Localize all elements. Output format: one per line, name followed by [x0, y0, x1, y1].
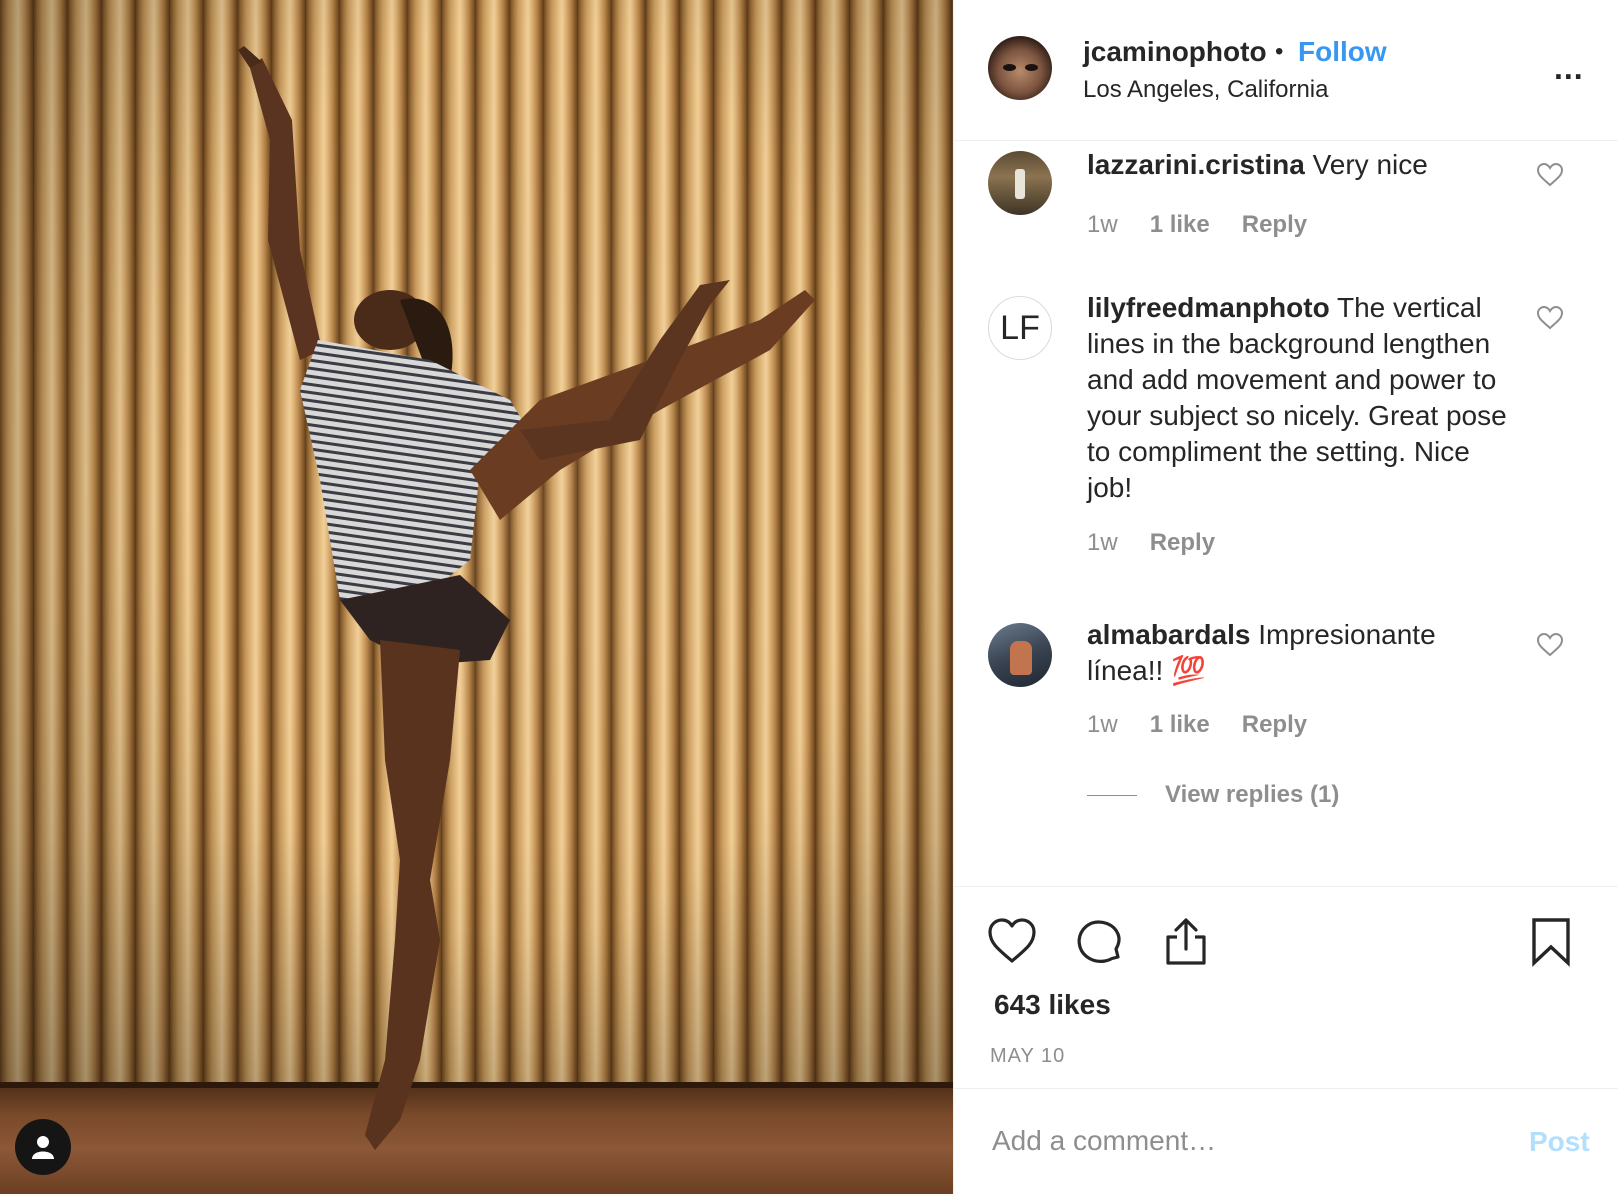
- more-options-icon[interactable]: ...: [1554, 50, 1584, 87]
- comments-list[interactable]: lazzarini.cristina Very nice 1w 1 like Rep…: [954, 141, 1618, 885]
- header-separator: •: [1275, 38, 1284, 65]
- commenter-avatar[interactable]: [988, 151, 1052, 215]
- comment-item: almabardals Impresionante línea!! 💯 1w 1 …: [954, 613, 1618, 763]
- heart-icon[interactable]: [987, 917, 1037, 967]
- comment-item: LF lilyfreedmanphoto The vertical lines …: [954, 286, 1618, 586]
- post-photo[interactable]: [0, 0, 953, 1194]
- reply-button[interactable]: Reply: [1150, 529, 1215, 556]
- comment-likes[interactable]: 1 like: [1150, 211, 1210, 238]
- view-replies-label: View replies (1): [1165, 781, 1340, 808]
- avatar-eye: [1025, 64, 1038, 71]
- dancer-figure: [238, 46, 815, 1150]
- comment-meta: 1w 1 like Reply: [1087, 711, 1339, 739]
- post-comment-button[interactable]: Post: [1529, 1126, 1590, 1158]
- comment-meta: 1w 1 like Reply: [1087, 211, 1339, 239]
- comment-heart-icon[interactable]: [1537, 306, 1563, 330]
- comment-body: lilyfreedmanphoto The vertical lines in …: [1087, 290, 1507, 506]
- comment-item: lazzarini.cristina Very nice 1w 1 like Rep…: [954, 141, 1618, 271]
- author-username[interactable]: jcaminophoto: [1083, 36, 1267, 68]
- avatar-eye: [1003, 64, 1016, 71]
- commenter-username[interactable]: lilyfreedmanphoto: [1087, 292, 1330, 323]
- comment-time[interactable]: 1w: [1087, 529, 1118, 556]
- comment-input[interactable]: [992, 1119, 1472, 1163]
- comment-likes[interactable]: 1 like: [1150, 711, 1210, 738]
- view-replies-button[interactable]: View replies (1): [1087, 781, 1339, 809]
- commenter-avatar[interactable]: LF: [988, 296, 1052, 360]
- likes-count[interactable]: 643 likes: [994, 989, 1111, 1021]
- replies-divider-line: [1087, 795, 1137, 797]
- reply-button[interactable]: Reply: [1242, 211, 1307, 238]
- user-tag-button[interactable]: [15, 1119, 71, 1175]
- author-avatar[interactable]: [988, 36, 1052, 100]
- comment-heart-icon[interactable]: [1537, 633, 1563, 657]
- post-actions: 643 likes MAY 10: [954, 886, 1618, 1097]
- comment-text: The vertical lines in the background len…: [1087, 292, 1507, 503]
- comment-heart-icon[interactable]: [1537, 163, 1563, 187]
- post-date[interactable]: MAY 10: [990, 1045, 1065, 1068]
- commenter-username[interactable]: almabardals: [1087, 619, 1250, 650]
- author-location[interactable]: Los Angeles, California: [1083, 76, 1328, 104]
- bookmark-icon[interactable]: [1526, 917, 1576, 967]
- comment-time[interactable]: 1w: [1087, 211, 1118, 238]
- post-header: jcaminophoto • Follow Los Angeles, Calif…: [954, 0, 1618, 141]
- comment-time[interactable]: 1w: [1087, 711, 1118, 738]
- share-icon[interactable]: [1161, 917, 1211, 967]
- comment-text: Very nice: [1304, 149, 1428, 180]
- comment-body: almabardals Impresionante línea!! 💯: [1087, 617, 1507, 689]
- follow-button[interactable]: Follow: [1298, 36, 1387, 68]
- post-side-panel: jcaminophoto • Follow Los Angeles, Calif…: [953, 0, 1618, 1194]
- comment-body: lazzarini.cristina Very nice: [1087, 147, 1507, 183]
- user-tag-icon: [32, 1136, 54, 1159]
- commenter-username[interactable]: lazzarini.cristina: [1087, 149, 1305, 180]
- comment-meta: 1w Reply: [1087, 529, 1247, 557]
- comment-icon[interactable]: [1074, 917, 1124, 967]
- reply-button[interactable]: Reply: [1242, 711, 1307, 738]
- commenter-avatar[interactable]: [988, 623, 1052, 687]
- add-comment-bar: Post: [954, 1088, 1618, 1195]
